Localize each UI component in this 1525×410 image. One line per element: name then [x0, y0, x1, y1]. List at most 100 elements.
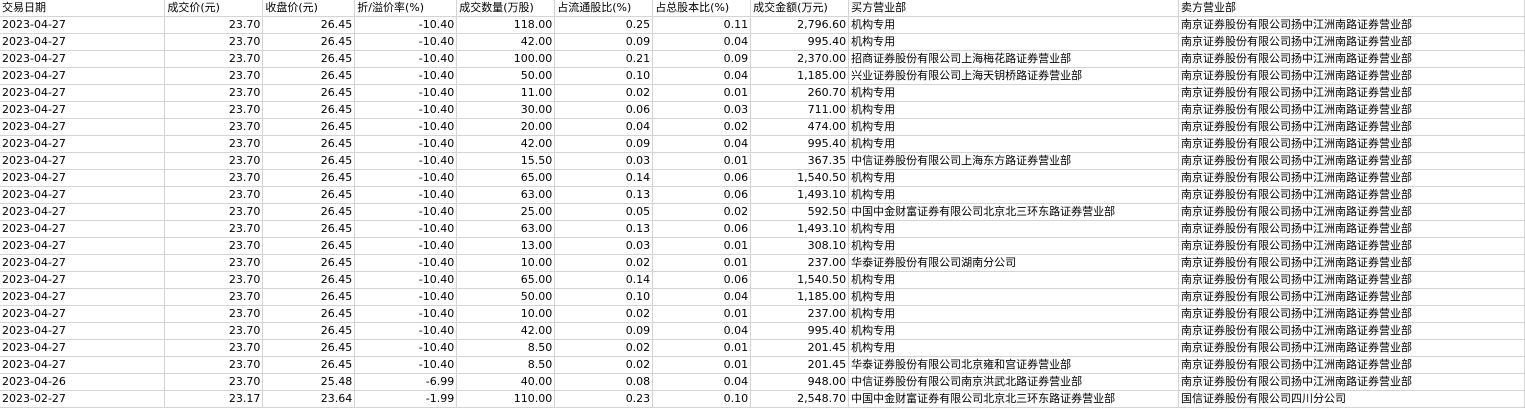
cell-float-share-ratio[interactable]: 0.21	[554, 50, 654, 68]
cell-discount-premium-rate[interactable]: -10.40	[354, 220, 458, 238]
cell-close-price[interactable]: 26.45	[262, 118, 356, 136]
cell-seller-branch[interactable]: 南京证券股份有限公司扬中江洲南路证券营业部	[1178, 67, 1525, 85]
column-header-trade-price[interactable]: 成交价(元)	[164, 0, 264, 17]
cell-buyer-branch[interactable]: 机构专用	[848, 33, 1180, 51]
cell-trade-amount[interactable]: 1,540.50	[750, 169, 850, 187]
cell-trade-amount[interactable]: 995.40	[750, 322, 850, 340]
cell-float-share-ratio[interactable]: 0.02	[554, 84, 654, 102]
cell-trade-amount[interactable]: 995.40	[750, 135, 850, 153]
cell-trade-volume[interactable]: 110.00	[456, 390, 556, 408]
cell-close-price[interactable]: 26.45	[262, 305, 356, 323]
cell-close-price[interactable]: 26.45	[262, 50, 356, 68]
cell-trade-amount[interactable]: 2,796.60	[750, 16, 850, 34]
cell-trade-volume[interactable]: 30.00	[456, 101, 556, 119]
cell-buyer-branch[interactable]: 机构专用	[848, 186, 1180, 204]
cell-buyer-branch[interactable]: 华泰证券股份有限公司北京雍和宫证券营业部	[848, 356, 1180, 374]
cell-seller-branch[interactable]: 南京证券股份有限公司扬中江洲南路证券营业部	[1178, 356, 1525, 374]
cell-trade-volume[interactable]: 63.00	[456, 220, 556, 238]
cell-trade-volume[interactable]: 42.00	[456, 33, 556, 51]
cell-trade-price[interactable]: 23.70	[164, 50, 264, 68]
cell-discount-premium-rate[interactable]: -10.40	[354, 101, 458, 119]
cell-trade-date[interactable]: 2023-04-27	[0, 50, 166, 68]
cell-trade-amount[interactable]: 237.00	[750, 305, 850, 323]
cell-trade-price[interactable]: 23.70	[164, 67, 264, 85]
cell-buyer-branch[interactable]: 华泰证券股份有限公司湖南分公司	[848, 254, 1180, 272]
cell-seller-branch[interactable]: 南京证券股份有限公司扬中江洲南路证券营业部	[1178, 271, 1525, 289]
cell-buyer-branch[interactable]: 中国中金财富证券有限公司北京北三环东路证券营业部	[848, 203, 1180, 221]
cell-trade-date[interactable]: 2023-04-27	[0, 101, 166, 119]
cell-seller-branch[interactable]: 南京证券股份有限公司扬中江洲南路证券营业部	[1178, 118, 1525, 136]
column-header-trade-date[interactable]: 交易日期	[0, 0, 166, 17]
cell-seller-branch[interactable]: 南京证券股份有限公司扬中江洲南路证券营业部	[1178, 322, 1525, 340]
cell-total-share-ratio[interactable]: 0.02	[652, 118, 752, 136]
cell-trade-price[interactable]: 23.70	[164, 322, 264, 340]
cell-buyer-branch[interactable]: 机构专用	[848, 305, 1180, 323]
cell-total-share-ratio[interactable]: 0.06	[652, 169, 752, 187]
cell-trade-price[interactable]: 23.70	[164, 288, 264, 306]
cell-trade-date[interactable]: 2023-04-27	[0, 288, 166, 306]
cell-seller-branch[interactable]: 南京证券股份有限公司扬中江洲南路证券营业部	[1178, 152, 1525, 170]
cell-trade-price[interactable]: 23.70	[164, 84, 264, 102]
cell-trade-volume[interactable]: 13.00	[456, 237, 556, 255]
cell-close-price[interactable]: 26.45	[262, 254, 356, 272]
cell-float-share-ratio[interactable]: 0.10	[554, 67, 654, 85]
cell-close-price[interactable]: 26.45	[262, 339, 356, 357]
cell-total-share-ratio[interactable]: 0.04	[652, 67, 752, 85]
cell-trade-date[interactable]: 2023-04-27	[0, 220, 166, 238]
cell-total-share-ratio[interactable]: 0.01	[652, 152, 752, 170]
cell-buyer-branch[interactable]: 机构专用	[848, 118, 1180, 136]
cell-close-price[interactable]: 26.45	[262, 220, 356, 238]
cell-total-share-ratio[interactable]: 0.01	[652, 356, 752, 374]
cell-float-share-ratio[interactable]: 0.06	[554, 101, 654, 119]
cell-discount-premium-rate[interactable]: -10.40	[354, 135, 458, 153]
cell-trade-date[interactable]: 2023-04-27	[0, 135, 166, 153]
cell-close-price[interactable]: 26.45	[262, 101, 356, 119]
cell-trade-price[interactable]: 23.70	[164, 237, 264, 255]
cell-trade-volume[interactable]: 20.00	[456, 118, 556, 136]
cell-seller-branch[interactable]: 南京证券股份有限公司扬中江洲南路证券营业部	[1178, 135, 1525, 153]
cell-discount-premium-rate[interactable]: -10.40	[354, 203, 458, 221]
cell-trade-price[interactable]: 23.70	[164, 152, 264, 170]
cell-seller-branch[interactable]: 南京证券股份有限公司扬中江洲南路证券营业部	[1178, 237, 1525, 255]
cell-buyer-branch[interactable]: 机构专用	[848, 339, 1180, 357]
cell-trade-volume[interactable]: 65.00	[456, 271, 556, 289]
cell-seller-branch[interactable]: 南京证券股份有限公司扬中江洲南路证券营业部	[1178, 339, 1525, 357]
cell-buyer-branch[interactable]: 机构专用	[848, 101, 1180, 119]
cell-close-price[interactable]: 26.45	[262, 169, 356, 187]
cell-trade-date[interactable]: 2023-04-27	[0, 322, 166, 340]
cell-float-share-ratio[interactable]: 0.14	[554, 169, 654, 187]
cell-discount-premium-rate[interactable]: -10.40	[354, 152, 458, 170]
cell-discount-premium-rate[interactable]: -10.40	[354, 16, 458, 34]
cell-trade-date[interactable]: 2023-04-27	[0, 203, 166, 221]
cell-trade-date[interactable]: 2023-04-27	[0, 271, 166, 289]
cell-total-share-ratio[interactable]: 0.10	[652, 390, 752, 408]
cell-float-share-ratio[interactable]: 0.03	[554, 152, 654, 170]
cell-buyer-branch[interactable]: 中国中金财富证券有限公司北京北三环东路证券营业部	[848, 390, 1180, 408]
cell-trade-amount[interactable]: 711.00	[750, 101, 850, 119]
cell-close-price[interactable]: 26.45	[262, 322, 356, 340]
cell-total-share-ratio[interactable]: 0.01	[652, 305, 752, 323]
cell-total-share-ratio[interactable]: 0.11	[652, 16, 752, 34]
cell-trade-volume[interactable]: 65.00	[456, 169, 556, 187]
cell-float-share-ratio[interactable]: 0.13	[554, 186, 654, 204]
cell-buyer-branch[interactable]: 中信证券股份有限公司南京洪武北路证券营业部	[848, 373, 1180, 391]
cell-close-price[interactable]: 26.45	[262, 288, 356, 306]
cell-trade-volume[interactable]: 11.00	[456, 84, 556, 102]
cell-total-share-ratio[interactable]: 0.06	[652, 186, 752, 204]
cell-close-price[interactable]: 26.45	[262, 16, 356, 34]
cell-buyer-branch[interactable]: 机构专用	[848, 288, 1180, 306]
cell-trade-amount[interactable]: 1,185.00	[750, 67, 850, 85]
cell-trade-price[interactable]: 23.70	[164, 305, 264, 323]
cell-buyer-branch[interactable]: 招商证券股份有限公司上海梅花路证券营业部	[848, 50, 1180, 68]
cell-float-share-ratio[interactable]: 0.02	[554, 339, 654, 357]
cell-close-price[interactable]: 26.45	[262, 186, 356, 204]
cell-seller-branch[interactable]: 南京证券股份有限公司扬中江洲南路证券营业部	[1178, 33, 1525, 51]
cell-trade-price[interactable]: 23.70	[164, 101, 264, 119]
cell-float-share-ratio[interactable]: 0.09	[554, 322, 654, 340]
cell-seller-branch[interactable]: 南京证券股份有限公司扬中江洲南路证券营业部	[1178, 373, 1525, 391]
cell-trade-amount[interactable]: 948.00	[750, 373, 850, 391]
cell-trade-date[interactable]: 2023-04-27	[0, 305, 166, 323]
cell-float-share-ratio[interactable]: 0.09	[554, 135, 654, 153]
cell-close-price[interactable]: 25.48	[262, 373, 356, 391]
cell-trade-volume[interactable]: 50.00	[456, 67, 556, 85]
